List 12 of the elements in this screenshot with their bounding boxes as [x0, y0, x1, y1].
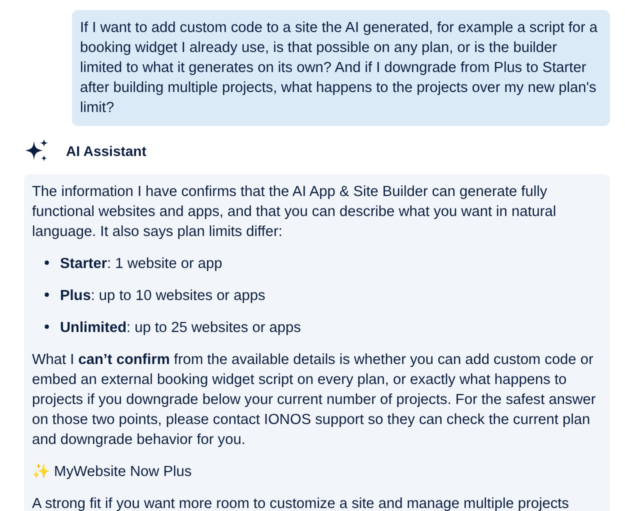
list-item: Unlimited: up to 25 websites or apps — [60, 319, 301, 338]
answer-paragraph: The information I have confirms that the AI App & Site Builder can generate fully functional websites and apps, and that you can describe what you want in natural language. It also says plan limits differ: — [32, 183, 558, 242]
list-item: Plus: up to 10 websites or apps — [60, 287, 266, 306]
bullet: • — [44, 286, 51, 306]
assistant-name: AI Assistant — [66, 142, 146, 161]
answer-heading: ✨ MyWebsite Now Plus — [32, 462, 193, 482]
answer-paragraph: What I can’t confirm from the available details is whether you can add custom code or embed an external booking widget script on every plan, or exactly what happens to projects if you downgrade below your current number of projects. For the safest answer on those two points, please contact IONOS support so they can check the current plan and downgrade behavior for you. — [32, 351, 597, 450]
user-message: If I want to add custom code to a site the AI generated, for example a script for a booking widget I already use, is that possible on any plan, or is the builder limited to what it generates on its own? And if I downgrade from Plus to Starter after building multiple projects, what happens to the projects over my new plan's limit? — [72, 10, 610, 126]
answer-paragraph: A strong fit if you want more room to customize a site and manage multiple projects — [32, 495, 570, 511]
bullet: • — [44, 318, 51, 338]
list-item: Starter: 1 website or app — [60, 255, 222, 274]
bullet: • — [44, 254, 51, 274]
